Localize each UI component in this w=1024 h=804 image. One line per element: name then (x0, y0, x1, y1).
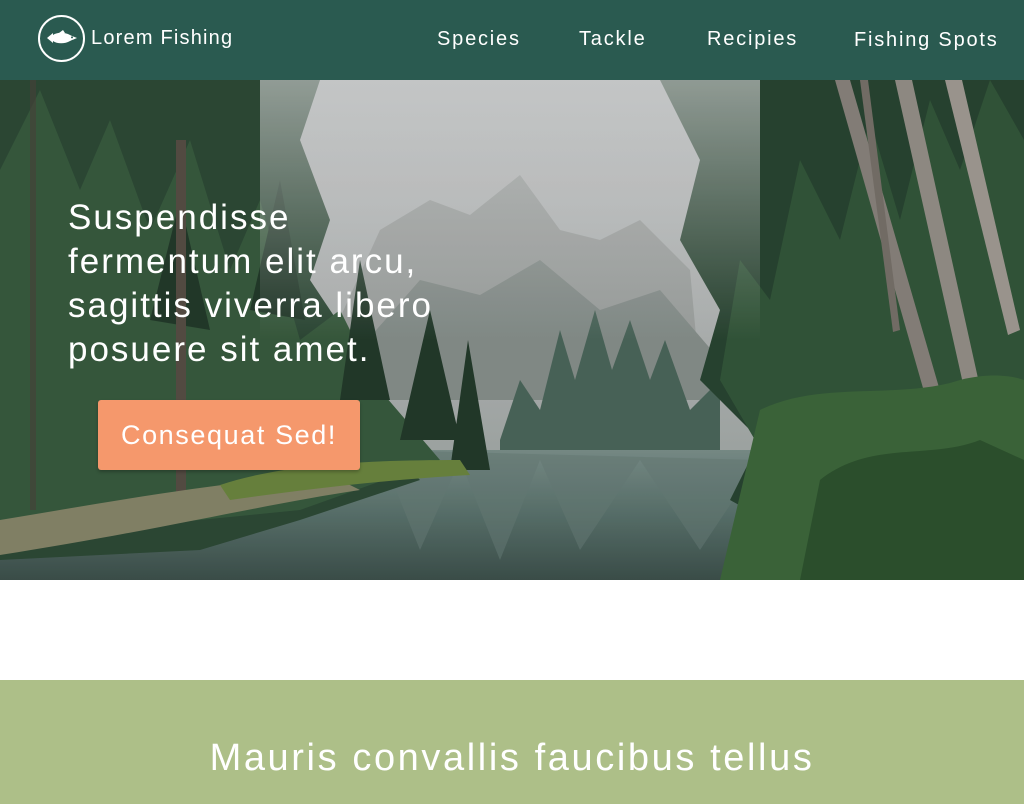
top-navbar: Lorem Fishing Species Tackle Recipies Fi… (0, 0, 1024, 80)
fish-icon (46, 30, 77, 44)
brand-home-link[interactable]: Lorem Fishing (38, 14, 233, 62)
hero-headline: Suspendisse fermentum elit arcu, sagitti… (68, 198, 433, 369)
logo-badge (38, 14, 85, 62)
feature-section: Mauris convallis faucibus tellus (0, 680, 1024, 804)
nav-link-fishing-spots[interactable]: Fishing Spots (854, 28, 999, 52)
content-spacer (0, 580, 1024, 680)
section-heading: Mauris convallis faucibus tellus (209, 737, 815, 779)
nav-link-species[interactable]: Species (437, 27, 521, 51)
nav-link-recipes[interactable]: Recipies (707, 27, 798, 51)
cta-button[interactable]: Consequat Sed! (98, 400, 360, 470)
brand-name: Lorem Fishing (91, 26, 234, 49)
nav-link-tackle[interactable]: Tackle (579, 27, 647, 51)
hero-section: Suspendisse fermentum elit arcu, sagitti… (0, 80, 1024, 580)
